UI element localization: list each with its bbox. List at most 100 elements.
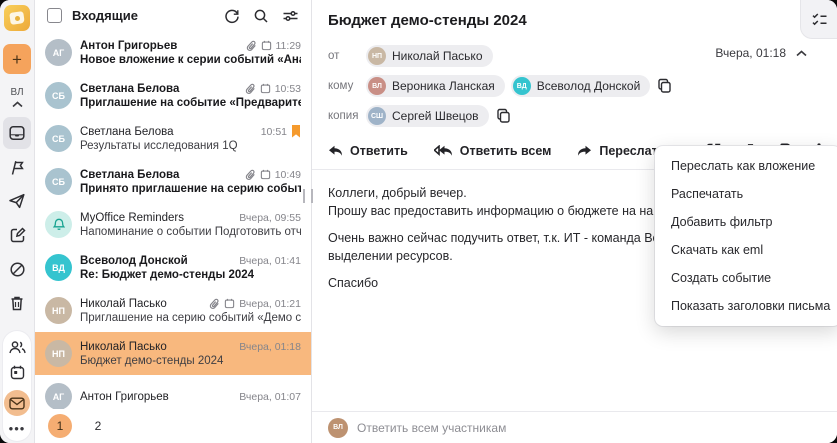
to-row: кому ВЛ Вероника Ланская ВД Всеволод Дон… (328, 75, 821, 97)
context-menu-item[interactable]: Показать заголовки письма (655, 292, 837, 320)
reply-all-label: Ответить всем (459, 143, 552, 158)
app-dock: ••• (3, 331, 31, 441)
quick-reply-placeholder: Ответить всем участникам (357, 420, 507, 435)
recipient-name: Вероника Ланская (392, 79, 495, 93)
message-time: Вчера, 01:07 (239, 390, 301, 403)
message-list-pane: Входящие АГ Антон Григорьев 11:29 Новое … (35, 0, 312, 443)
paper-plane-icon[interactable] (3, 185, 31, 217)
more-apps-icon[interactable]: ••• (9, 422, 26, 436)
sender-avatar: АГ (45, 383, 72, 410)
message-time: Вчера, 01:41 (239, 254, 301, 267)
from-chips: НП Николай Пасько (366, 45, 493, 67)
compose-icon[interactable] (3, 219, 31, 251)
email-subject: Бюджет демо-стенды 2024 (328, 12, 527, 29)
message-subject: Результаты исследования 1Q (80, 140, 238, 152)
quick-reply-bar[interactable]: ВЛ Ответить всем участникам (312, 411, 837, 443)
copy-recipients-icon[interactable] (657, 78, 672, 94)
recipient-avatar: ВЛ (368, 77, 386, 95)
context-menu-item[interactable]: Скачать как eml (655, 236, 837, 264)
mail-app-window: + ВЛ ••• Входящие АГ Антон Григорьев 11:… (0, 0, 837, 443)
mail-icon[interactable] (4, 390, 30, 416)
attachment-paperclip-icon (245, 83, 256, 95)
message-list-item[interactable]: СБ Светлана Белова 10:53 Приглашение на … (35, 74, 311, 117)
recipient-chip[interactable]: ВЛ Вероника Ланская (366, 75, 505, 97)
sender-name: Светлана Белова (80, 82, 180, 95)
inbox-icon[interactable] (3, 117, 31, 149)
event-calendar-icon (261, 40, 272, 51)
message-subject: Напоминание о событии Подготовить отчет.… (80, 225, 301, 238)
refresh-icon[interactable] (224, 8, 240, 24)
forward-button[interactable]: Переслать (577, 144, 665, 158)
copy-cc-icon[interactable] (496, 108, 511, 124)
from-label: от (328, 50, 340, 62)
message-list-item[interactable]: АГ Антон Григорьев 11:29 Новое вложение … (35, 31, 311, 74)
message-list-item[interactable]: СБ Светлана Белова 10:51 Результаты иссл… (35, 117, 311, 160)
app-screen: + ВЛ ••• Входящие АГ Антон Григорьев 11:… (0, 0, 837, 443)
page-button[interactable]: 1 (48, 414, 72, 438)
message-subject: Принято приглашение на серию событий «..… (80, 182, 301, 195)
message-time: Вчера, 01:18 (239, 340, 301, 353)
sender-name: Николай Пасько (80, 297, 167, 310)
message-subject: Приглашение на серию событий «Демо стен.… (80, 311, 301, 324)
folder-nav (3, 117, 31, 319)
sender-avatar: НП (45, 340, 72, 367)
bookmark-flag-icon (291, 125, 301, 138)
sender-avatar: НП (45, 297, 72, 324)
collapse-header-icon[interactable] (796, 49, 807, 57)
sender-avatar: СБ (45, 168, 72, 195)
message-list-item[interactable]: НП Николай Пасько Вчера, 01:21 Приглашен… (35, 289, 311, 332)
cc-row: копия СШ Сергей Швецов (328, 105, 821, 127)
block-icon[interactable] (3, 253, 31, 285)
flag-icon[interactable] (3, 151, 31, 183)
message-list-item[interactable]: ВД Всеволод Донской Вчера, 01:41 Re: Бюд… (35, 246, 311, 289)
search-icon[interactable] (253, 8, 269, 24)
folder-title: Входящие (72, 8, 138, 23)
pane-resize-handle[interactable] (303, 189, 313, 203)
reply-button[interactable]: Ответить (328, 144, 408, 158)
sender-avatar: СБ (45, 82, 72, 109)
list-header: Входящие (35, 0, 311, 31)
reading-pane: Бюджет демо-стенды 2024 от НП Николай Па… (312, 0, 837, 443)
sender-name: Светлана Белова (80, 168, 180, 181)
recipient-chip[interactable]: НП Николай Пасько (366, 45, 493, 67)
message-time: 10:49 (274, 168, 301, 181)
email-meta: от НП Николай Пасько Вчера, 01:18 кому В… (312, 29, 837, 127)
sender-name: Антон Григорьев (80, 390, 169, 403)
event-calendar-icon (224, 298, 235, 309)
tasks-panel-toggle[interactable] (800, 0, 837, 39)
attachment-paperclip-icon (209, 298, 220, 310)
sender-name: Светлана Белова (80, 125, 174, 138)
to-chips: ВЛ Вероника Ланская ВД Всеволод Донской (366, 75, 651, 97)
calendar-icon[interactable] (9, 364, 26, 381)
context-menu-item[interactable]: Распечатать (655, 180, 837, 208)
trash-icon[interactable] (3, 287, 31, 319)
from-row: от НП Николай Пасько Вчера, 01:18 (328, 45, 821, 67)
cc-label: копия (328, 110, 359, 122)
filter-sliders-icon[interactable] (282, 9, 299, 23)
reply-all-button[interactable]: Ответить всем (433, 143, 552, 158)
context-menu-item[interactable]: Добавить фильтр (655, 208, 837, 236)
select-all-checkbox[interactable] (47, 8, 62, 23)
attachment-paperclip-icon (246, 40, 257, 52)
context-menu-item[interactable]: Создать событие (655, 264, 837, 292)
message-list-item[interactable]: НП Николай Пасько Вчера, 01:18 Бюджет де… (35, 332, 311, 375)
recipient-name: Сергей Швецов (392, 109, 479, 123)
event-calendar-icon (260, 169, 271, 180)
current-user-avatar: ВЛ (328, 417, 348, 438)
compose-new-button[interactable]: + (3, 44, 31, 74)
sender-avatar: СБ (45, 125, 72, 152)
message-list-item[interactable]: СБ Светлана Белова 10:49 Принято приглаш… (35, 160, 311, 203)
pagination: 12 (35, 409, 311, 443)
recipient-chip[interactable]: СШ Сергей Швецов (366, 105, 489, 127)
sender-avatar: АГ (45, 39, 72, 66)
recipient-chip[interactable]: ВД Всеволод Донской (510, 75, 651, 97)
chevron-up-icon[interactable] (11, 101, 23, 108)
sender-avatar: ВД (45, 254, 72, 281)
message-subject: Бюджет демо-стенды 2024 (80, 354, 224, 367)
message-list-item[interactable]: MyOffice Reminders Вчера, 09:55 Напомина… (35, 203, 311, 246)
context-menu-item[interactable]: Переслать как вложение (655, 152, 837, 180)
page-button[interactable]: 2 (86, 414, 110, 438)
message-time: Вчера, 09:55 (239, 211, 301, 224)
reply-label: Ответить (350, 143, 408, 158)
contacts-icon[interactable] (8, 340, 27, 355)
